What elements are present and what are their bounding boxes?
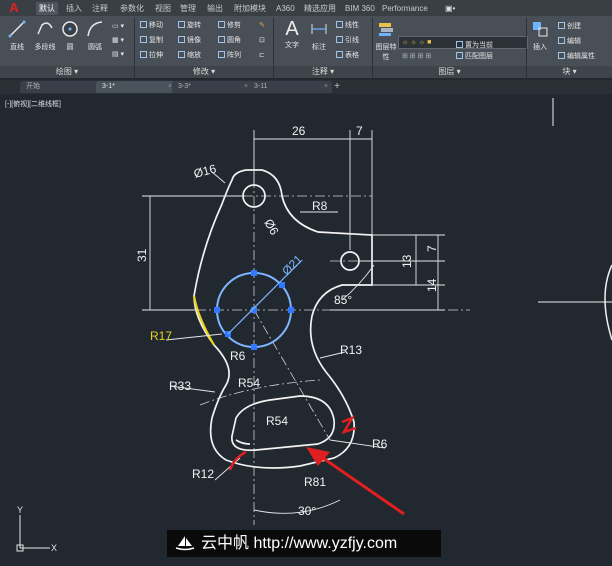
dim-r54-outer: R54 — [238, 376, 260, 390]
dim-height-31: 31 — [135, 248, 149, 262]
watermark-text: 云中帆 http://www.yzfjy.com — [201, 535, 398, 552]
dim-r54-inner: R54 — [266, 414, 288, 428]
ucs-x-label: X — [51, 543, 57, 553]
dim-v13: 13 — [400, 254, 414, 268]
dim-v14: 14 — [425, 278, 439, 292]
highlighted-arc-r17 — [192, 295, 215, 346]
dim-angle-30: 30° — [298, 504, 316, 518]
watermark-banner: 云中帆 http://www.yzfjy.com — [167, 530, 441, 557]
red-markup — [228, 415, 405, 516]
dim-r6-left: R6 — [230, 349, 246, 363]
cad-drawing: Y X 26 7 Ø16 Ø6 R8 31 13 7 14 Ø21 85° R1… — [16, 98, 612, 553]
dim-r33: R33 — [169, 379, 191, 393]
ucs-icon — [16, 515, 50, 552]
dim-r8: R8 — [312, 199, 328, 213]
dim-r81: R81 — [304, 475, 326, 489]
ucs-y-label: Y — [17, 505, 23, 515]
dim-hole-diameter: Ø16 — [192, 161, 218, 180]
sailboat-logo-icon — [175, 536, 195, 551]
dim-circle-diameter: Ø21 — [279, 252, 305, 278]
dim-v7: 7 — [425, 245, 439, 252]
dim-top-width: 26 — [292, 124, 306, 138]
dim-top-right: 7 — [356, 124, 363, 138]
dim-r13: R13 — [340, 343, 362, 357]
dim-r12: R12 — [192, 467, 214, 481]
dim-r17: R17 — [150, 329, 172, 343]
dimension-lines — [142, 130, 445, 514]
dim-r6-right: R6 — [372, 437, 388, 451]
dim-angle-85: 85° — [334, 293, 352, 307]
dim-small-diameter: Ø6 — [261, 217, 281, 238]
